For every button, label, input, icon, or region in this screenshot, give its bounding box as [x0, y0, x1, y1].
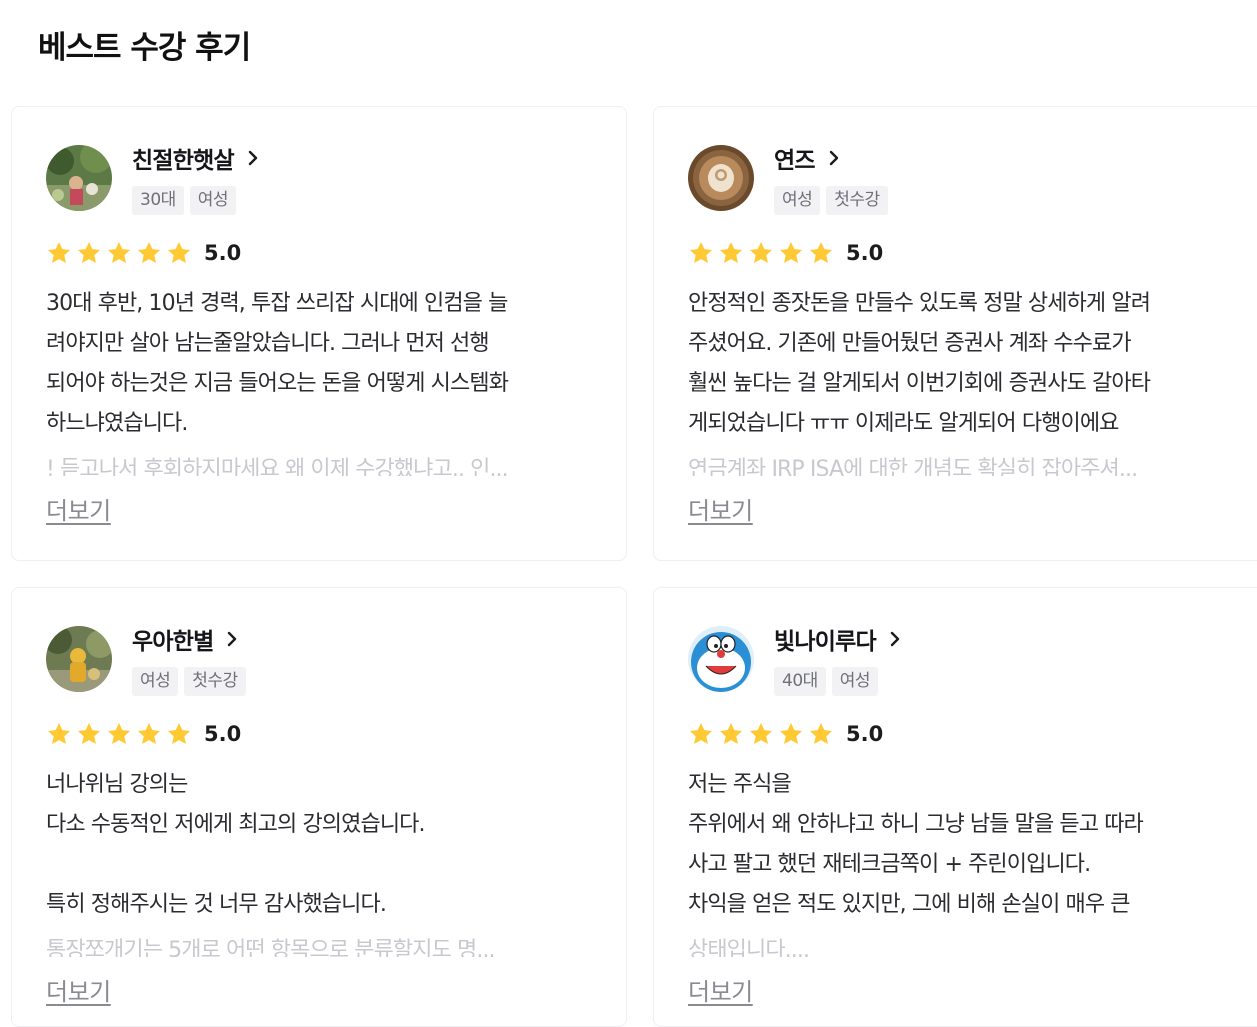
yellow-figure-avatar[interactable]	[46, 626, 112, 692]
star-icon	[719, 241, 743, 263]
chevron-right-icon	[228, 631, 237, 647]
gender-tag: 여성	[831, 667, 879, 696]
review-text: 30대 후반, 10년 경력, 투잡 쓰리잡 시대에 인컴을 늘 려야지만 살아…	[46, 291, 509, 436]
age-tag: 30대	[132, 186, 184, 215]
tag-list: 30대 여성	[132, 186, 237, 215]
star-icon	[779, 241, 803, 263]
nickname-link[interactable]: 우아한별	[132, 622, 241, 656]
chevron-right-icon	[890, 631, 900, 647]
gender-tag: 여성	[774, 186, 821, 215]
tag-list: 여성 첫수강	[774, 186, 888, 215]
star-icon	[47, 722, 71, 744]
gender-tag: 여성	[132, 667, 179, 696]
more-button[interactable]: 더보기	[46, 972, 111, 1007]
star-icon	[749, 722, 773, 744]
rating: 5.0	[688, 721, 883, 747]
star-icon	[689, 722, 713, 744]
star-icon	[779, 722, 803, 744]
tag-list: 여성 첫수강	[132, 667, 246, 696]
rating: 5.0	[46, 240, 241, 266]
rating-score: 5.0	[204, 722, 242, 746]
more-button[interactable]: 더보기	[688, 972, 753, 1007]
star-icon	[137, 241, 161, 263]
more-button[interactable]: 더보기	[688, 491, 753, 526]
review-card: 친절한햇살 30대 여성 5.0 30대 후반, 10년 경력, 투잡 쓰리잡 …	[11, 106, 627, 561]
nickname: 친절한햇살	[132, 148, 235, 174]
star-icon	[167, 241, 191, 263]
review-text-truncated: ! 듣고나서 후회하지마세요 왜 이제 수강했냐고.. 인...	[46, 457, 509, 476]
star-icon	[749, 241, 773, 263]
star-icon	[809, 722, 833, 744]
nickname-link[interactable]: 빛나이루다	[774, 622, 904, 656]
star-icon	[809, 241, 833, 263]
cartoon-cat-avatar[interactable]	[688, 626, 754, 692]
star-icon	[689, 241, 713, 263]
garden-photo-avatar[interactable]	[46, 145, 112, 211]
star-icon	[107, 241, 131, 263]
star-icon	[107, 722, 131, 744]
nickname: 빛나이루다	[774, 629, 877, 655]
review-text-truncated: 통장쪼개기는 5개로 어떤 항목으로 분류할지도 명...	[46, 938, 496, 957]
nickname: 우아한별	[132, 629, 214, 655]
review-card: 빛나이루다 40대 여성 5.0 저는 주식을 주위에서 왜 안하냐고 하니 그…	[653, 587, 1257, 1027]
rating-score: 5.0	[204, 241, 242, 265]
review-card: 우아한별 여성 첫수강 5.0 너나위님 강의는 다소 수동적인 저에게 최고의…	[11, 587, 627, 1027]
more-button[interactable]: 더보기	[46, 491, 111, 526]
nickname-link[interactable]: 연즈	[774, 141, 843, 175]
rating: 5.0	[46, 721, 241, 747]
age-tag: 40대	[774, 667, 826, 696]
star-icon	[167, 722, 191, 744]
review-text: 너나위님 강의는 다소 수동적인 저에게 최고의 강의였습니다. 특히 정해주시…	[46, 772, 425, 917]
tag-list: 40대 여성	[774, 667, 879, 696]
star-icon	[137, 722, 161, 744]
star-icon	[47, 241, 71, 263]
section-title: 베스트 수강 후기	[38, 30, 251, 66]
rating-score: 5.0	[846, 722, 884, 746]
review-text-truncated: 연금계좌 IRP ISA에 대한 개념도 확실히 잡아주셔...	[688, 457, 1138, 476]
star-icon	[77, 722, 101, 744]
chevron-right-icon	[248, 150, 258, 166]
nickname: 연즈	[774, 148, 816, 174]
review-text: 안정적인 종잣돈을 만들수 있도록 정말 상세하게 알려 주셨어요. 기존에 만…	[688, 291, 1151, 436]
rating: 5.0	[688, 240, 883, 266]
first-course-tag: 첫수강	[184, 667, 246, 696]
chevron-right-icon	[829, 150, 838, 166]
star-icon	[719, 722, 743, 744]
latte-art-avatar[interactable]	[688, 145, 754, 211]
review-text: 저는 주식을 주위에서 왜 안하냐고 하니 그냥 남들 말을 듣고 따라 사고 …	[688, 772, 1144, 917]
star-icon	[77, 241, 101, 263]
rating-score: 5.0	[846, 241, 884, 265]
review-card: 연즈 여성 첫수강 5.0 안정적인 종잣돈을 만들수 있도록 정말 상세하게 …	[653, 106, 1257, 561]
gender-tag: 여성	[189, 186, 237, 215]
review-text-truncated: 상태입니다....	[688, 938, 810, 957]
first-course-tag: 첫수강	[826, 186, 888, 215]
nickname-link[interactable]: 친절한햇살	[132, 141, 262, 175]
